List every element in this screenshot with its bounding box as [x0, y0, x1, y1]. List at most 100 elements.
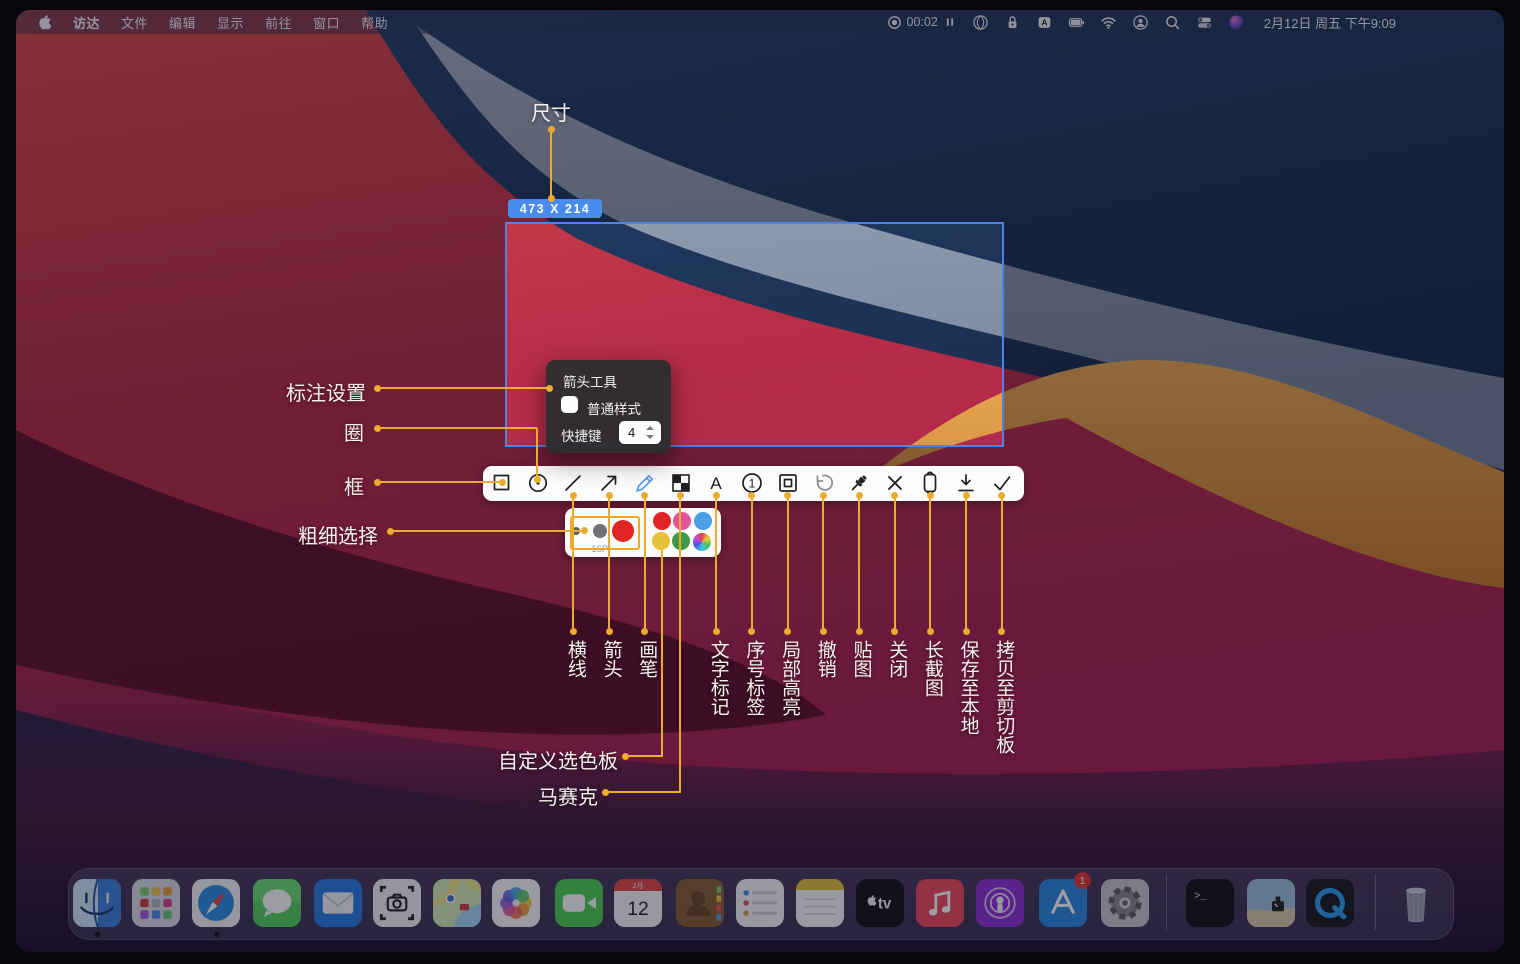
safari-icon[interactable] [192, 879, 240, 927]
callout-line [644, 497, 646, 630]
dock-divider [1375, 874, 1376, 930]
spotlight-search-icon[interactable] [1164, 14, 1181, 31]
battery-icon[interactable] [1068, 14, 1085, 31]
menu-item-edit[interactable]: 编辑 [169, 13, 196, 32]
callout-line [627, 755, 663, 757]
callout-line-tool-label: 横线 [562, 640, 586, 678]
color-swatch-red[interactable] [653, 512, 671, 530]
stepper-up-icon[interactable] [646, 426, 654, 430]
appstore-badge: 1 [1074, 872, 1091, 889]
callout-line [858, 497, 860, 630]
input-method-icon[interactable]: A [1036, 14, 1053, 31]
running-indicator-dot [95, 932, 100, 937]
callout-line [1001, 497, 1003, 630]
callout-save-to-local-button-label: 保存至本地 [955, 640, 979, 735]
callout-line [379, 481, 500, 483]
quicktime-icon[interactable] [1306, 879, 1354, 927]
callout-line [661, 550, 663, 757]
contacts-icon[interactable] [676, 879, 724, 927]
svg-text:12: 12 [627, 898, 649, 920]
svg-text:tv: tv [878, 896, 892, 913]
callout-pin-to-screen-button-label: 贴图 [848, 640, 872, 678]
color-swatch-rainbow[interactable] [693, 533, 711, 551]
menu-item-help[interactable]: 帮助 [361, 13, 388, 32]
photos-icon[interactable] [492, 879, 540, 927]
control-center-icon[interactable] [1196, 14, 1213, 31]
menu-item-go[interactable]: 前往 [265, 13, 292, 32]
callout-dot [891, 628, 898, 635]
notes-icon[interactable] [796, 879, 844, 927]
mail-icon[interactable] [314, 879, 362, 927]
calendar-icon[interactable]: 2月12 [614, 879, 662, 927]
callout-line [894, 497, 896, 630]
screenshot-app-icon[interactable] [373, 879, 421, 927]
account-icon[interactable] [1132, 14, 1149, 31]
recording-stop-icon[interactable] [887, 15, 902, 30]
messages-icon[interactable] [253, 879, 301, 927]
app-sphere-icon[interactable] [1228, 14, 1245, 31]
callout-dot [963, 628, 970, 635]
svg-text:A: A [1041, 17, 1047, 27]
podcasts-icon[interactable] [976, 879, 1024, 927]
svg-text:A: A [711, 474, 723, 493]
color-swatch-pink[interactable] [673, 512, 691, 530]
settings-icon[interactable] [1101, 879, 1149, 927]
callout-thickness-label: 粗细选择 [248, 520, 378, 549]
callout-dot [677, 492, 684, 499]
callout-dot [998, 628, 1005, 635]
trash-icon[interactable] [1392, 879, 1440, 927]
pause-icon[interactable] [943, 15, 957, 29]
menu-item-window[interactable]: 窗口 [313, 13, 340, 32]
shortcut-stepper[interactable]: 4 [619, 421, 661, 444]
callout-annotation-settings-label: 标注设置 [238, 377, 366, 406]
normal-style-checkbox[interactable] [561, 396, 578, 413]
appletv-icon[interactable]: tv [856, 879, 904, 927]
callout-local-highlight-tool-label: 局部高亮 [776, 640, 800, 716]
color-swatch-blue[interactable] [694, 512, 712, 530]
reminders-icon[interactable] [736, 879, 784, 927]
color-swatch-green[interactable] [672, 532, 690, 550]
lock-icon[interactable] [1004, 14, 1021, 31]
menu-item-file[interactable]: 文件 [121, 13, 148, 32]
running-indicator-dot [214, 932, 219, 937]
callout-custom-palette-label: 自定义选色板 [478, 745, 618, 774]
music-icon[interactable] [916, 879, 964, 927]
callout-number-label-tool-label: 序号标签 [740, 640, 764, 716]
menu-item-finder[interactable]: 访达 [73, 13, 100, 32]
app-swirl-icon[interactable] [972, 14, 989, 31]
color-swatch-yellow[interactable] [652, 532, 670, 550]
callout-close-button-label: 关闭 [883, 640, 907, 678]
launchpad-icon[interactable] [132, 879, 180, 927]
menu-item-view[interactable]: 显示 [217, 13, 244, 32]
callout-text-tool-label: 文字标记 [705, 640, 729, 716]
callout-circle-label: 圈 [304, 417, 364, 446]
callout-line [608, 497, 610, 630]
callout-dot [499, 479, 506, 486]
recording-timer: 00:02 [907, 15, 938, 29]
screen-recording-indicator[interactable]: 00:02 [887, 15, 957, 30]
callout-mosaic-label: 马赛克 [508, 781, 598, 810]
shortcut-value: 4 [628, 425, 635, 440]
terminal-icon[interactable]: >_ [1186, 879, 1234, 927]
callout-line [822, 497, 824, 630]
callout-line [550, 131, 552, 197]
dock-divider [1166, 874, 1167, 930]
menu-bar-clock[interactable]: 2月12日 周五 下午9:09 [1264, 13, 1396, 32]
normal-style-label: 普通样式 [587, 398, 641, 418]
maps-icon[interactable] [433, 879, 481, 927]
callout-line [379, 387, 548, 389]
popup-title: 箭头工具 [563, 371, 617, 391]
svg-text:1: 1 [749, 477, 756, 491]
preview-icon[interactable] [1247, 879, 1295, 927]
apple-menu-icon[interactable] [36, 14, 52, 30]
facetime-icon[interactable] [555, 879, 603, 927]
wifi-icon[interactable] [1100, 14, 1117, 31]
callout-dot [927, 628, 934, 635]
finder-icon[interactable] [73, 879, 121, 927]
stepper-down-icon[interactable] [646, 435, 654, 439]
menu-bar-status-area: 00:02 A 2月12日 周五 下午9:09 [887, 10, 1397, 34]
callout-thickness-rect [570, 516, 640, 550]
callout-long-screenshot-button-label: 长截图 [919, 640, 943, 697]
callout-dot [856, 628, 863, 635]
callout-copy-to-clipboard-button-label: 拷贝至剪切板 [990, 640, 1014, 754]
